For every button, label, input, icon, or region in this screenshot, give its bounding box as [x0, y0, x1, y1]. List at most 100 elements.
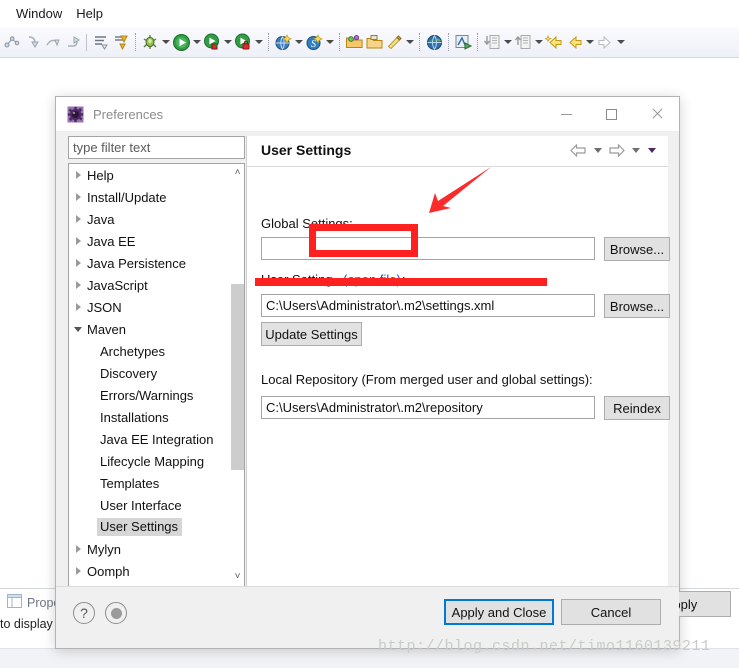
update-settings-button[interactable]: Update Settings [261, 322, 362, 346]
export-icon[interactable] [513, 32, 533, 52]
user-settings-input[interactable] [261, 294, 595, 317]
scroll-down-icon[interactable]: ˅ [230, 568, 244, 584]
tree-item-archetypes[interactable]: Archetypes [69, 340, 230, 362]
reindex-button[interactable]: Reindex [604, 396, 670, 420]
tree-item-label: Maven [87, 321, 127, 337]
chevron-right-icon[interactable] [69, 567, 87, 575]
tree-item-lifecycle-mapping[interactable]: Lifecycle Mapping [69, 450, 230, 472]
view-menu-icon[interactable] [645, 142, 658, 158]
import-dropdown-icon[interactable] [502, 32, 513, 52]
cancel-button[interactable]: Cancel [561, 599, 661, 625]
help-icon-button[interactable]: ? [73, 602, 95, 624]
globe-icon[interactable] [424, 32, 444, 52]
tree-item-discovery[interactable]: Discovery [69, 362, 230, 384]
open-package-icon[interactable] [364, 32, 384, 52]
maximize-button[interactable] [589, 97, 634, 131]
menu-help[interactable]: Help [71, 4, 112, 24]
step-return-icon[interactable] [62, 32, 82, 52]
tree-item-java-ee[interactable]: Java EE [69, 230, 230, 252]
open-file-link[interactable]: (open file) [343, 272, 401, 287]
apply-and-close-button[interactable]: Apply and Close [444, 599, 554, 625]
new-web-project-icon[interactable] [273, 32, 293, 52]
back-icon[interactable] [564, 32, 584, 52]
run-server-dropdown-icon[interactable] [222, 32, 233, 52]
chevron-right-icon[interactable] [69, 303, 87, 311]
run-lock-icon[interactable] [233, 32, 253, 52]
scroll-up-icon[interactable]: ˄ [230, 164, 244, 180]
tree-item-label: User Settings [97, 518, 183, 536]
back-dropdown-icon[interactable] [591, 142, 604, 158]
new-server-icon[interactable]: S [304, 32, 324, 52]
export-dropdown-icon[interactable] [533, 32, 544, 52]
open-folder-icon[interactable] [344, 32, 364, 52]
preferences-tree-items[interactable]: Help Install/Update Java Java EE Java Pe… [69, 164, 230, 600]
chevron-down-icon[interactable] [69, 326, 87, 332]
tree-item-oomph[interactable]: Oomph [69, 560, 230, 582]
step-into-icon[interactable] [22, 32, 42, 52]
forward-arrow-icon[interactable] [607, 142, 626, 158]
minimize-button[interactable] [544, 97, 589, 131]
back-dropdown-icon[interactable] [584, 32, 595, 52]
tree-item-label: Lifecycle Mapping [100, 453, 205, 469]
tree-item-user-settings[interactable]: User Settings [69, 516, 230, 538]
toolbar-separator [415, 32, 424, 52]
tree-item-user-interface[interactable]: User Interface [69, 494, 230, 516]
debug-icon[interactable] [140, 32, 160, 52]
dialog-title-bar[interactable]: Preferences [56, 97, 679, 131]
debug-dropdown-icon[interactable] [160, 32, 171, 52]
chevron-right-icon[interactable] [69, 237, 87, 245]
run-icon[interactable] [171, 32, 191, 52]
chevron-right-icon[interactable] [69, 193, 87, 201]
filter-input[interactable] [68, 136, 245, 159]
tree-item-help[interactable]: Help [69, 164, 230, 186]
tree-item-mylyn[interactable]: Mylyn [69, 538, 230, 560]
chevron-right-icon[interactable] [69, 259, 87, 267]
tree-item-errors-warnings[interactable]: Errors/Warnings [69, 384, 230, 406]
tree-item-label: Java EE [87, 233, 136, 249]
tree-item-installations[interactable]: Installations [69, 406, 230, 428]
tree-item-maven[interactable]: Maven [69, 318, 230, 340]
tree-item-java-ee-integration[interactable]: Java EE Integration [69, 428, 230, 450]
chevron-right-icon[interactable] [69, 281, 87, 289]
run-last-tool-icon[interactable] [111, 32, 131, 52]
skip-breakpoints-icon[interactable] [91, 32, 111, 52]
tree-item-label: User Interface [100, 497, 182, 513]
edit-pencil-icon[interactable] [384, 32, 404, 52]
preferences-tree[interactable]: Help Install/Update Java Java EE Java Pe… [68, 163, 245, 616]
back-history-icon[interactable] [544, 32, 564, 52]
run-lock-dropdown-icon[interactable] [253, 32, 264, 52]
tree-vertical-scrollbar[interactable]: ˄ ˅ [229, 164, 244, 600]
chevron-right-icon[interactable] [69, 545, 87, 553]
record-toggle-button[interactable] [105, 602, 127, 624]
run-dropdown-icon[interactable] [191, 32, 202, 52]
tree-item-javascript[interactable]: JavaScript [69, 274, 230, 296]
step-over-icon[interactable] [42, 32, 62, 52]
global-settings-input[interactable] [261, 237, 595, 260]
forward-dropdown-icon[interactable] [629, 142, 642, 158]
new-server-dropdown-icon[interactable] [324, 32, 335, 52]
tree-item-label: Errors/Warnings [100, 387, 194, 403]
menu-window[interactable]: Window [11, 4, 71, 24]
back-arrow-icon[interactable] [569, 142, 588, 158]
edit-dropdown-icon[interactable] [404, 32, 415, 52]
tree-item-install-update[interactable]: Install/Update [69, 186, 230, 208]
run-server-icon[interactable] [202, 32, 222, 52]
new-web-project-dropdown-icon[interactable] [293, 32, 304, 52]
forward-dropdown-icon[interactable] [615, 32, 626, 52]
chevron-right-icon[interactable] [69, 171, 87, 179]
chevron-right-icon[interactable] [69, 215, 87, 223]
scrollbar-thumb-vertical[interactable] [231, 284, 244, 470]
local-repository-input[interactable] [261, 396, 595, 419]
deploy-icon[interactable] [453, 32, 473, 52]
global-settings-browse-button[interactable]: Browse... [604, 237, 670, 261]
close-button[interactable] [634, 97, 679, 131]
tree-item-templates[interactable]: Templates [69, 472, 230, 494]
tree-item-java-persistence[interactable]: Java Persistence [69, 252, 230, 274]
link-icon[interactable] [2, 32, 22, 52]
forward-icon[interactable] [595, 32, 615, 52]
tree-item-json[interactable]: JSON [69, 296, 230, 318]
import-icon[interactable] [482, 32, 502, 52]
user-settings-browse-button[interactable]: Browse... [604, 294, 670, 318]
tree-item-java[interactable]: Java [69, 208, 230, 230]
tree-item-label: Java [87, 211, 115, 227]
